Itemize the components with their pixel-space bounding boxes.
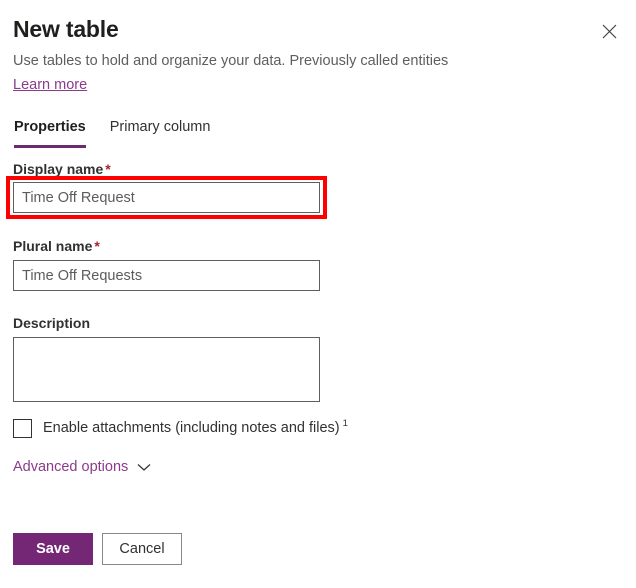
page-title: New table [13,14,583,44]
new-table-panel: New table Use tables to hold and organiz… [0,0,636,588]
enable-attachments-label: Enable attachments (including notes and … [43,418,348,438]
description-label-text: Description [13,315,90,331]
plural-name-input[interactable] [13,260,320,291]
tab-properties[interactable]: Properties [13,113,98,148]
chevron-down-icon [137,463,151,472]
plural-name-label-text: Plural name [13,238,92,254]
tab-primary-column[interactable]: Primary column [98,113,223,148]
close-icon [602,24,617,39]
close-button[interactable] [592,14,626,48]
enable-attachments-label-text: Enable attachments (including notes and … [43,420,340,436]
tab-list: Properties Primary column [13,113,222,148]
panel-subtitle: Use tables to hold and organize your dat… [13,51,583,71]
enable-attachments-footnote: 1 [340,418,348,429]
description-textarea[interactable] [13,337,320,402]
plural-name-required-marker: * [92,238,99,254]
learn-more-link[interactable]: Learn more [13,75,87,95]
tab-properties-label: Properties [14,119,86,135]
description-label: Description [13,314,90,333]
cancel-button[interactable]: Cancel [102,533,182,565]
display-name-input[interactable] [13,182,320,213]
save-button[interactable]: Save [13,533,93,565]
enable-attachments-row[interactable]: Enable attachments (including notes and … [13,418,348,438]
footer-actions: Save Cancel [13,533,182,565]
plural-name-label: Plural name* [13,237,100,256]
advanced-options-label: Advanced options [13,457,128,477]
enable-attachments-checkbox[interactable] [13,419,32,438]
display-name-required-marker: * [103,161,110,177]
display-name-label: Display name* [13,160,111,179]
advanced-options-toggle[interactable]: Advanced options [13,457,151,477]
tab-primary-column-label: Primary column [110,119,211,135]
display-name-label-text: Display name [13,161,103,177]
panel-header: New table Use tables to hold and organiz… [13,14,583,95]
